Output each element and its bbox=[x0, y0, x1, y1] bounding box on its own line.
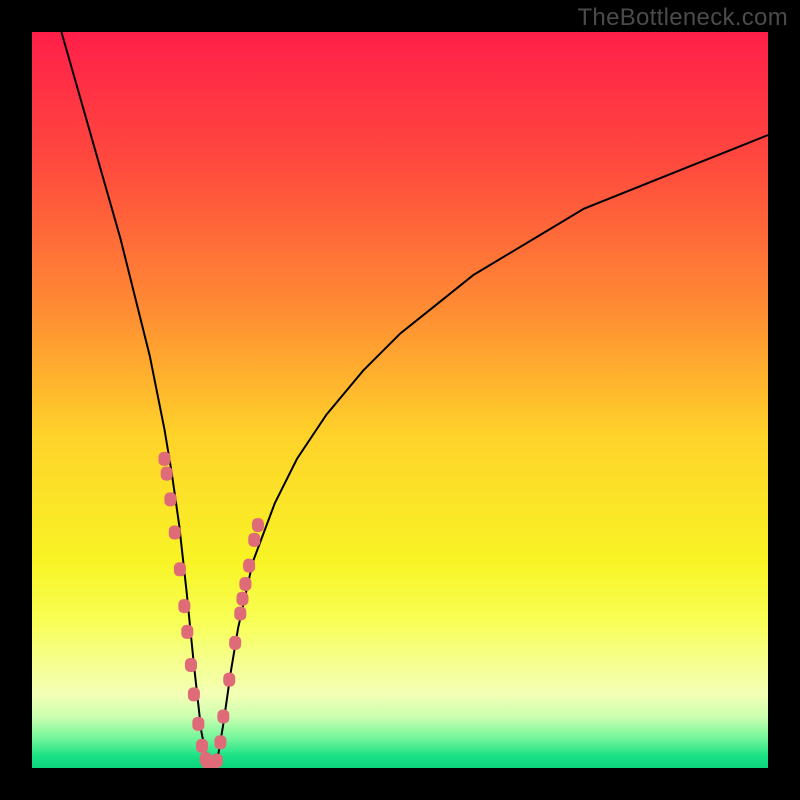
sample-marker bbox=[229, 636, 241, 650]
bottleneck-curve bbox=[61, 32, 768, 768]
sample-marker bbox=[178, 599, 190, 613]
sample-marker bbox=[234, 606, 246, 620]
sample-marker bbox=[243, 559, 255, 573]
sample-marker bbox=[248, 533, 260, 547]
sample-marker bbox=[214, 735, 226, 749]
sample-marker bbox=[211, 754, 223, 768]
curve-layer bbox=[32, 32, 768, 768]
sample-marker bbox=[252, 518, 264, 532]
sample-marker bbox=[223, 673, 235, 687]
sample-marker bbox=[188, 687, 200, 701]
sample-marker bbox=[158, 452, 170, 466]
sample-marker bbox=[237, 592, 249, 606]
sample-marker bbox=[217, 709, 229, 723]
plot-area bbox=[32, 32, 768, 768]
sample-marker bbox=[181, 625, 193, 639]
sample-markers bbox=[158, 452, 263, 768]
sample-marker bbox=[196, 739, 208, 753]
sample-marker bbox=[174, 562, 186, 576]
sample-marker bbox=[169, 525, 181, 539]
watermark-text: TheBottleneck.com bbox=[577, 4, 788, 32]
sample-marker bbox=[192, 717, 204, 731]
sample-marker bbox=[185, 658, 197, 672]
sample-marker bbox=[239, 577, 251, 591]
sample-marker bbox=[164, 492, 176, 506]
sample-marker bbox=[161, 467, 173, 481]
chart-frame: TheBottleneck.com bbox=[0, 0, 800, 800]
